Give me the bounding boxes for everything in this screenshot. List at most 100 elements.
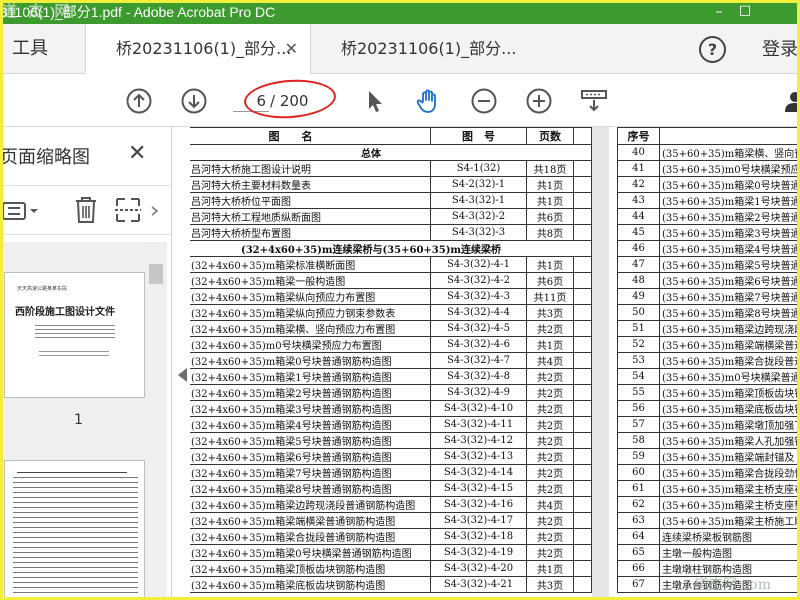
table-row: 62 (35+60+35)m箱梁主桥支座垫石: [617, 496, 800, 513]
drawing-number: S4-1(32): [430, 160, 527, 177]
drawing-pages: 共6页: [526, 272, 574, 289]
drawing-pages: 共2页: [526, 528, 574, 545]
drawing-number: S4-3(32)-4-6: [430, 336, 527, 353]
drawing-name: (35+60+35)m箱梁人孔加强钢筋: [659, 432, 800, 449]
table-row: 51 (35+60+35)m箱梁边跨现浇段普: [617, 320, 800, 337]
page-thumbnail-2[interactable]: [4, 460, 145, 600]
table-row: 45(35+60+35)m箱梁3号块普通钢筋: [617, 224, 800, 241]
page-thumbnail-1[interactable]: 天天高速公路某某东段 西阶段施工图设计文件: [4, 272, 145, 398]
table-row: (32+4x60+35)m箱梁8号块普通钢筋构造图 S4-3(32)-4-15 共2…: [190, 480, 592, 497]
row-index: 45: [617, 224, 660, 241]
drawing-name: (32+4x60+35)m箱梁0号块横梁普通钢筋构造图: [190, 544, 431, 561]
drawing-name: (32+4x60+35)m箱梁4号块普通钢筋构造图: [190, 416, 431, 433]
drawing-name: (35+60+35)m箱梁主桥支座布: [659, 480, 800, 497]
table-row: 42(35+60+35)m箱梁0号块普通钢筋: [617, 176, 800, 193]
drawing-pages: 共2页: [526, 416, 574, 433]
hand-tool-icon[interactable]: [415, 88, 441, 114]
more-chevron-icon[interactable]: [150, 206, 160, 216]
drawing-index-body: 总体 吕河特大桥施工图设计说明 S4-1(32) 共18页 吕河特大桥主要材料数量表 S4…: [190, 144, 592, 593]
drawing-number: S4-3(32)-4-8: [430, 368, 527, 385]
tab-tools[interactable]: 工具: [0, 24, 85, 74]
next-page-icon[interactable]: [181, 88, 207, 114]
drawing-name: (32+4x60+35)m箱梁边跨现浇段普通钢筋构造图: [190, 496, 431, 513]
row-index: 46: [617, 240, 660, 257]
row-index: 64: [617, 528, 660, 545]
drawing-index-body-continued: 40 (35+60+35)m箱梁横、竖向预 41 (35+60+35)m0号块横梁预应…: [617, 144, 800, 593]
login-button[interactable]: 登录: [762, 24, 798, 74]
table-row: (32+4x60+35)m箱梁标准横断面图 S4-3(32)-4-1 共1页: [190, 256, 592, 273]
thumbnails-scroll-area[interactable]: 天天高速公路某某东段 西阶段施工图设计文件: [0, 242, 145, 600]
table-row: (32+4x60+35)m箱梁3号块普通钢筋构造图 S4-3(32)-4-10 共2…: [190, 400, 592, 417]
drawing-pages: 共2页: [526, 400, 574, 417]
previous-page-icon[interactable]: [126, 88, 152, 114]
drawing-pages: 共1页: [526, 560, 574, 577]
drawing-number: S4-3(32)-4-15: [430, 480, 527, 497]
delete-page-icon[interactable]: [74, 196, 98, 224]
help-icon[interactable]: ?: [699, 36, 726, 63]
drawing-pages: 共3页: [526, 576, 574, 593]
drawing-pages: 共2页: [526, 384, 574, 401]
toolbar: 6 / 200: [0, 75, 800, 127]
drawing-name: (32+4x60+35)m箱梁合拢段普通钢筋构造图: [190, 528, 431, 545]
thumbnail-title-line: [17, 467, 127, 473]
row-index: 41: [617, 160, 660, 177]
drawing-pages: 共6页: [526, 208, 574, 225]
drawing-name: 吕河特大桥工程地质纵断面图: [190, 208, 431, 225]
tab-document-1[interactable]: 桥20231106(1)_部分... ✕: [85, 24, 310, 74]
fit-width-icon[interactable]: [580, 88, 608, 114]
drawing-name: (35+60+35)m箱梁合拢段普通钢: [659, 352, 800, 369]
row-index: 65: [617, 544, 660, 561]
drawing-pages: 共2页: [526, 368, 574, 385]
row-index: 60: [617, 464, 660, 481]
drawing-name: (32+4x60+35)m箱梁端横梁普通钢筋构造图: [190, 512, 431, 529]
drawing-number: S4-3(32)-4-21: [430, 576, 527, 593]
drawing-pages: 共2页: [526, 320, 574, 337]
zoom-out-icon[interactable]: [471, 88, 497, 114]
table-row: 56 (35+60+35)m箱梁底板齿块钢筋: [617, 400, 800, 417]
maximize-button[interactable]: ☐: [730, 0, 760, 24]
row-index: 53: [617, 352, 660, 369]
document-view[interactable]: 图 名 图 号 页数 总体 吕河特大桥施工图设计说明 S4-1(32) 共18页 吕河特…: [190, 127, 800, 600]
drawing-number: S4-3(32)-4-10: [430, 400, 527, 417]
tab-close-icon[interactable]: ✕: [285, 24, 298, 74]
table-header-row: 序号: [617, 127, 800, 145]
table-row: 59 (35+60+35)m箱梁端封锚及: [617, 448, 800, 465]
thumbnails-scrollbar[interactable]: [145, 242, 167, 600]
drawing-name: (35+60+35)m箱梁8号块普通钢筋: [659, 304, 800, 321]
drawing-name: (32+4x60+35)m箱梁标准横断面图: [190, 256, 431, 273]
table-header-row: 图 名 图 号 页数: [190, 127, 592, 145]
table-row: 58 (35+60+35)m箱梁人孔加强钢筋: [617, 432, 800, 449]
drawing-index-table-continued: 序号 40 (35+60+35)m箱梁横、竖向预 41 (35+60+35)m0号块横…: [617, 127, 800, 593]
drawing-name: (35+60+35)m箱梁横、竖向预: [659, 144, 800, 161]
options-menu-icon[interactable]: [2, 200, 40, 222]
drawing-number: S4-3(32)-4-7: [430, 352, 527, 369]
table-row: 吕河特大桥桥型布置图 S4-3(32)-3 共8页: [190, 224, 592, 241]
table-row: 44(35+60+35)m箱梁2号块普通钢筋: [617, 208, 800, 225]
drawing-name: (35+60+35)m箱梁底板齿块钢筋: [659, 400, 800, 417]
thumbnails-scrollbar-thumb[interactable]: [149, 264, 163, 284]
thumbnails-panel: 页面缩略图 ✕ 天天高速公路某某东段 西阶段施工图设计文件 1: [0, 127, 172, 600]
drawing-name: (32+4x60+35)m箱梁顶板齿块钢筋构造图: [190, 560, 431, 577]
drawing-number: S4-3(32)-3: [430, 224, 527, 241]
user-icon[interactable]: [782, 88, 800, 114]
select-cursor-icon[interactable]: [362, 88, 388, 114]
drawing-name: 吕河特大桥桥位平面图: [190, 192, 431, 209]
drawing-number: S4-3(32)-4-14: [430, 464, 527, 481]
table-row: (32+4x60+35)m箱梁7号块普通钢筋构造图 S4-3(32)-4-14 共2…: [190, 464, 592, 481]
row-index: 66: [617, 560, 660, 577]
thumbnails-close-icon[interactable]: ✕: [128, 141, 146, 166]
bottom-watermark: 道杰网 com: [695, 577, 771, 593]
drawing-name: (32+4x60+35)m箱梁6号块普通钢筋构造图: [190, 448, 431, 465]
tab-document-2[interactable]: 桥20231106(1)_部分...: [310, 24, 535, 74]
extract-page-icon[interactable]: [114, 196, 142, 224]
drawing-number: S4-3(32)-4-4: [430, 304, 527, 321]
drawing-number: S4-3(32)-4-16: [430, 496, 527, 513]
row-index: 54: [617, 368, 660, 385]
document-page-right: 序号 40 (35+60+35)m箱梁横、竖向预 41 (35+60+35)m0号块横…: [609, 127, 800, 600]
thumbnail-table-lines: [13, 477, 138, 597]
zoom-in-icon[interactable]: [526, 88, 552, 114]
drawing-pages: 共2页: [526, 544, 574, 561]
collapse-panel-icon[interactable]: [178, 368, 187, 382]
row-index: 61: [617, 480, 660, 497]
drawing-name: (32+4x60+35)m箱梁3号块普通钢筋构造图: [190, 400, 431, 417]
